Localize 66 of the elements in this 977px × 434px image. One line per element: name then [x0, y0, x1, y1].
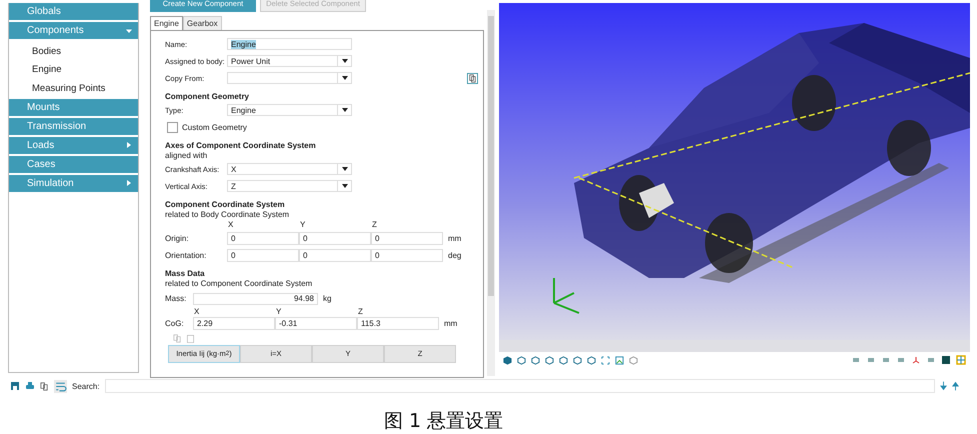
image-icon[interactable] [615, 356, 624, 364]
copy-icon[interactable] [40, 382, 49, 390]
number-field[interactable]: 115.3 [357, 317, 439, 330]
dropdown[interactable]: Engine [227, 104, 352, 116]
dropdown[interactable]: Power Unit [227, 55, 352, 68]
text-field[interactable]: Engine [227, 38, 352, 50]
column-label: Z [357, 306, 364, 316]
column-label: X [227, 220, 234, 230]
dropdown[interactable]: Z [227, 180, 352, 192]
number-field[interactable]: 0 [299, 232, 371, 245]
number-field[interactable]: 0 [299, 248, 371, 262]
dropdown-arrow-icon [342, 108, 348, 112]
sidebar-subitem[interactable]: Measuring Points [9, 79, 138, 98]
field-label: Mass: [165, 294, 188, 304]
column-label: Y [275, 306, 282, 316]
section-heading: Component Coordinate System [165, 200, 286, 210]
wrap-icon[interactable] [54, 380, 67, 392]
section-heading: Component Geometry [165, 92, 250, 102]
field-label: CoG: [165, 319, 185, 328]
field-label: Orientation: [165, 250, 208, 260]
unit-label: deg [447, 250, 462, 260]
layout-icon[interactable] [956, 355, 966, 365]
number-field[interactable]: 94.98 [193, 292, 318, 305]
scrollbar[interactable] [487, 10, 495, 376]
fit-icon[interactable] [601, 356, 610, 364]
number-field[interactable]: 0 [371, 248, 443, 262]
unit-label: mm [443, 319, 458, 328]
field-label: Origin: [165, 234, 190, 243]
number-field[interactable]: 2.29 [193, 317, 275, 330]
solid-box-icon[interactable] [941, 355, 951, 365]
section-heading: Axes of Component Coordinate System [165, 140, 317, 151]
number-field[interactable]: 0 [227, 248, 299, 262]
column-label: X [193, 306, 200, 316]
section-heading: Mass Data [165, 268, 206, 279]
number-field[interactable]: 0 [227, 232, 299, 245]
unit-label: mm [447, 234, 462, 243]
number-field[interactable]: -0.31 [275, 317, 357, 330]
arrow-down-icon[interactable] [940, 381, 947, 391]
section-subheading: related to Component Coordinate System [165, 278, 314, 289]
figure-caption: 图 1 悬置设置 [382, 409, 504, 434]
column-label: Z [371, 220, 378, 230]
checkbox[interactable] [167, 122, 178, 133]
sidebar-subitem[interactable]: Engine [9, 60, 138, 79]
sidebar-subitem[interactable]: Bodies [9, 42, 138, 60]
paste-icon[interactable] [186, 334, 195, 343]
number-field[interactable]: 0 [371, 232, 443, 245]
save-icon[interactable] [10, 381, 20, 391]
section-subheading: aligned with [165, 150, 208, 161]
unit-label: kg [322, 294, 332, 304]
dropdown-arrow-icon [342, 184, 348, 188]
section-subheading: related to Body Coordinate System [165, 210, 290, 220]
wireframe-cube-icon[interactable] [629, 356, 638, 364]
axes-icon[interactable] [911, 355, 921, 365]
dropdown-arrow-icon [342, 59, 348, 64]
tab[interactable]: Gearbox [182, 16, 222, 30]
search-field[interactable] [104, 379, 935, 393]
print-icon[interactable] [25, 381, 35, 391]
column-label: Y [299, 220, 306, 230]
dropdown-arrow-icon [342, 167, 348, 172]
checkbox-label: Custom Geometry [182, 122, 247, 132]
arrow-up-icon[interactable] [952, 381, 959, 391]
dropdown-arrow-icon [342, 76, 348, 80]
search-label: Search: [72, 382, 100, 390]
tab[interactable]: Engine [150, 16, 183, 30]
copy-icon[interactable] [467, 72, 478, 84]
dropdown[interactable]: X [227, 163, 352, 176]
